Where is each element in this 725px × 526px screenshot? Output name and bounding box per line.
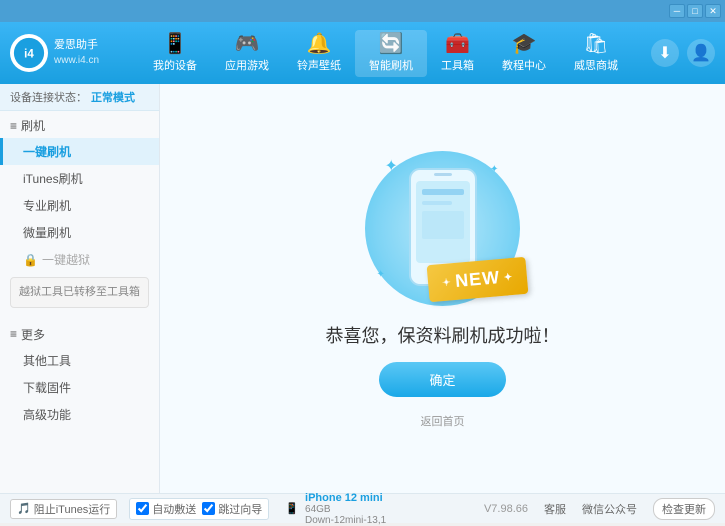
nav-smart-flash[interactable]: 🔄 智能刷机 xyxy=(355,30,427,77)
nav-toolbox[interactable]: 🧰 工具箱 xyxy=(427,30,488,77)
sparkle-1: ✦ xyxy=(385,156,398,176)
sidebar: 设备连接状态： 正常模式 ≡ 刷机 一键刷机 iTunes刷机 专业刷机 微量刷… xyxy=(0,84,160,493)
nav-apps-games[interactable]: 🎮 应用游戏 xyxy=(211,30,283,77)
apps-games-icon: 🎮 xyxy=(235,34,260,54)
section-jailbreak: 🔒 一键越狱 xyxy=(0,246,159,273)
svg-text:i4: i4 xyxy=(24,48,34,60)
auto-restart-input[interactable] xyxy=(136,502,149,515)
maximize-btn[interactable]: □ xyxy=(687,4,703,18)
section-more: ≡ 更多 xyxy=(0,320,159,347)
confirm-button[interactable]: 确定 xyxy=(379,362,505,397)
section-flash: ≡ 刷机 xyxy=(0,111,159,138)
device-name: iPhone 12 mini xyxy=(305,492,386,504)
device-icon: 📱 xyxy=(285,502,299,515)
skip-guide-checkbox[interactable]: 跳过向导 xyxy=(202,501,262,517)
footer-right: V7.98.66 客服 微信公众号 检查更新 xyxy=(484,498,715,520)
device-model: Down-12mini-13,1 xyxy=(305,515,386,526)
footer-left: 🎵 阻止iTunes运行 自动敷送 跳过向导 📱 iPhone 12 mini … xyxy=(10,492,386,526)
sidebar-item-pro-flash[interactable]: 专业刷机 xyxy=(0,192,159,219)
my-device-icon: 📱 xyxy=(163,34,188,54)
sparkle-3: ✦ xyxy=(377,269,385,280)
section-flash-icon: ≡ xyxy=(10,119,17,133)
back-link[interactable]: 返回首页 xyxy=(421,413,465,429)
minimize-btn[interactable]: ─ xyxy=(669,4,685,18)
ringtones-icon: 🔔 xyxy=(307,34,332,54)
main: 设备连接状态： 正常模式 ≡ 刷机 一键刷机 iTunes刷机 专业刷机 微量刷… xyxy=(0,84,725,493)
status-bar: 设备连接状态： 正常模式 xyxy=(0,84,159,111)
sidebar-item-other-tools[interactable]: 其他工具 xyxy=(0,347,159,374)
logo-text: 爱思助手 www.i4.cn xyxy=(54,38,99,67)
itunes-running-toggle[interactable]: 🎵 阻止iTunes运行 xyxy=(10,499,117,519)
logo-icon: i4 xyxy=(10,34,48,72)
footer-device: 📱 iPhone 12 mini 64GB Down-12mini-13,1 xyxy=(285,492,386,526)
sidebar-item-advanced[interactable]: 高级功能 xyxy=(0,401,159,428)
jailbreak-notice: 越狱工具已转移至工具箱 xyxy=(10,277,149,308)
new-badge: NEW xyxy=(427,257,529,303)
lock-icon: 🔒 xyxy=(23,253,38,267)
nav-ringtones[interactable]: 🔔 铃声壁纸 xyxy=(283,30,355,77)
success-illustration: ✦ ✦ ✦ xyxy=(326,148,560,429)
tutorials-icon: 🎓 xyxy=(512,34,537,54)
nav-weisi-store[interactable]: 🛍 威思商城 xyxy=(560,30,632,77)
section-more-icon: ≡ xyxy=(10,327,17,341)
nav-tutorials[interactable]: 🎓 教程中心 xyxy=(488,30,560,77)
user-btn[interactable]: 👤 xyxy=(687,39,715,67)
titlebar: ─ □ ✕ xyxy=(0,0,725,22)
footer: 🎵 阻止iTunes运行 自动敷送 跳过向导 📱 iPhone 12 mini … xyxy=(0,493,725,523)
sidebar-item-itunes-flash[interactable]: iTunes刷机 xyxy=(0,165,159,192)
close-btn[interactable]: ✕ xyxy=(705,4,721,18)
sidebar-item-download-firmware[interactable]: 下载固件 xyxy=(0,374,159,401)
nav-right: ⬇ 👤 xyxy=(651,39,715,67)
device-storage: 64GB xyxy=(305,504,386,515)
check-update-btn[interactable]: 检查更新 xyxy=(653,498,715,520)
logo[interactable]: i4 爱思助手 www.i4.cn xyxy=(10,34,100,72)
success-text: 恭喜您，保资料刷机成功啦！ xyxy=(326,322,560,348)
customer-service-link[interactable]: 客服 xyxy=(544,501,566,517)
phone-container: ✦ ✦ ✦ xyxy=(363,148,523,308)
wechat-link[interactable]: 微信公众号 xyxy=(582,501,637,517)
sidebar-item-one-click-flash[interactable]: 一键刷机 xyxy=(0,138,159,165)
auto-restart-checkbox[interactable]: 自动敷送 xyxy=(136,501,196,517)
sidebar-spacer xyxy=(0,312,159,320)
version-label: V7.98.66 xyxy=(484,503,528,515)
weisi-store-icon: 🛍 xyxy=(583,34,608,54)
skip-guide-input[interactable] xyxy=(202,502,215,515)
toolbox-icon: 🧰 xyxy=(445,34,470,54)
nav-my-device[interactable]: 📱 我的设备 xyxy=(139,30,211,77)
download-btn[interactable]: ⬇ xyxy=(651,39,679,67)
smart-flash-icon: 🔄 xyxy=(379,34,404,54)
sidebar-item-save-flash[interactable]: 微量刷机 xyxy=(0,219,159,246)
nav: 📱 我的设备 🎮 应用游戏 🔔 铃声壁纸 🔄 智能刷机 🧰 工具箱 🎓 教程中心… xyxy=(120,30,651,77)
sparkle-2: ✦ xyxy=(490,164,498,175)
content-area: ✦ ✦ ✦ xyxy=(160,84,725,493)
itunes-icon: 🎵 xyxy=(17,502,31,515)
header: i4 爱思助手 www.i4.cn 📱 我的设备 🎮 应用游戏 🔔 铃声壁纸 🔄… xyxy=(0,22,725,84)
